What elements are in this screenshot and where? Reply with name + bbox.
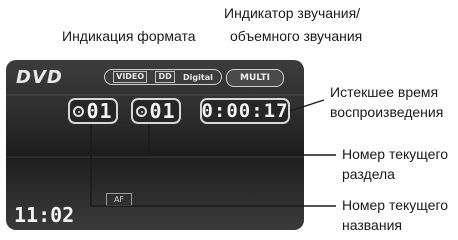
callout-leader-lines — [90, 99, 336, 207]
elapsed-time-leader — [289, 99, 325, 112]
chapter-number-leader — [148, 124, 336, 156]
title-number-leader — [90, 124, 336, 207]
